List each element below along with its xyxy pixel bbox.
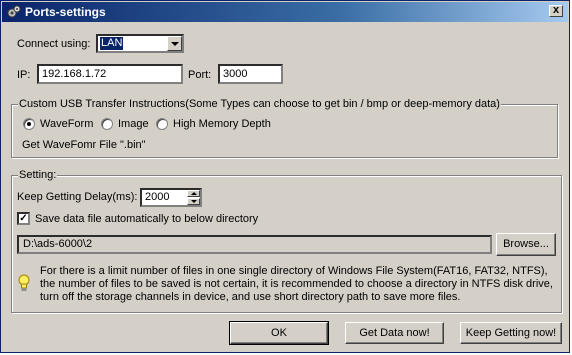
save-data-label[interactable]: Save data file automatically to below di… <box>35 213 258 225</box>
note-line: the number of files to be saved is not c… <box>40 278 553 290</box>
connect-using-value: LAN <box>100 37 124 50</box>
radio-image[interactable] <box>101 118 113 130</box>
keep-getting-now-button[interactable]: Keep Getting now! <box>460 322 562 344</box>
radio-high-memory-depth[interactable] <box>156 118 168 130</box>
window-title: Ports-settings <box>25 5 106 19</box>
ports-settings-window: Ports-settings x Connect using: LAN IP: … <box>0 0 570 353</box>
usb-group-title: Custom USB Transfer Instructions(Some Ty… <box>18 98 501 110</box>
stepper-up-icon[interactable] <box>187 190 200 197</box>
delay-value[interactable]: 2000 <box>145 191 169 203</box>
delay-stepper[interactable]: 2000 <box>140 188 202 207</box>
close-icon: x <box>552 4 560 16</box>
note-line: turn off the storage channels in device,… <box>40 291 461 303</box>
save-data-checkbox[interactable]: ✓ <box>17 212 30 225</box>
lightbulb-icon <box>18 274 30 291</box>
stepper-down-icon[interactable] <box>187 198 200 205</box>
ok-button[interactable]: OK <box>229 321 329 345</box>
port-field[interactable]: 3000 <box>218 64 283 84</box>
ip-label: IP: <box>17 69 31 81</box>
ip-field[interactable]: 192.168.1.72 <box>37 64 183 84</box>
usb-info-text: Get WaveFomr File ".bin" <box>22 139 146 151</box>
delay-label: Keep Getting Delay(ms): <box>17 191 138 203</box>
directory-field[interactable]: D:\ads-6000\2 <box>17 235 492 254</box>
setting-group-title: Setting: <box>18 169 58 181</box>
get-data-now-button[interactable]: Get Data now! <box>345 322 444 344</box>
radio-high-memory-depth-label[interactable]: High Memory Depth <box>173 118 271 130</box>
stepper-buttons <box>187 190 200 205</box>
note-line: For there is a limit number of files in … <box>40 265 548 277</box>
filesystem-note: For there is a limit number of files in … <box>40 265 560 304</box>
port-label: Port: <box>188 69 212 81</box>
title-bar[interactable]: Ports-settings x <box>2 2 568 22</box>
connect-using-select[interactable]: LAN <box>96 34 184 53</box>
connect-using-label: Connect using: <box>17 38 91 50</box>
radio-waveform[interactable] <box>23 118 35 130</box>
chevron-down-icon[interactable] <box>167 36 182 51</box>
close-button[interactable]: x <box>549 5 563 17</box>
radio-image-label[interactable]: Image <box>118 118 149 130</box>
radio-waveform-label[interactable]: WaveForm <box>40 118 93 130</box>
gears-icon <box>7 5 21 18</box>
browse-button[interactable]: Browse... <box>496 233 556 256</box>
